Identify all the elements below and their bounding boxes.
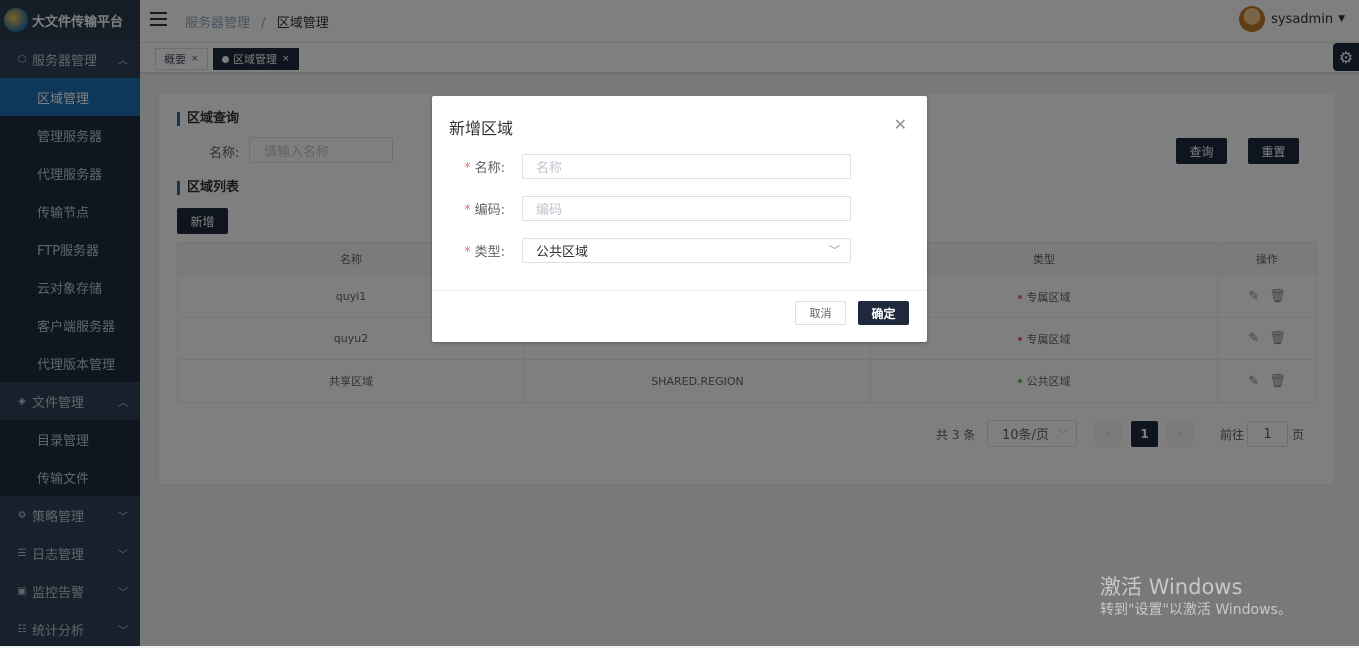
required-asterisk: *	[464, 245, 471, 260]
field-label-type: * 类型:	[464, 241, 505, 260]
windows-activation-watermark: 激活 Windows 转到"设置"以激活 Windows。	[1100, 574, 1292, 620]
name-input[interactable]: 名称	[522, 154, 851, 179]
close-icon[interactable]: ✕	[894, 115, 907, 134]
field-label-text: 名称:	[474, 161, 505, 176]
cancel-button[interactable]: 取消	[795, 301, 846, 325]
field-label-text: 类型:	[474, 245, 505, 260]
add-region-dialog: 新增区域 ✕ * 名称: 名称 * 编码: 编码 * 类型: 公共区域 ﹀ 取消 确定	[432, 96, 927, 342]
chevron-down-icon: ﹀	[829, 244, 840, 257]
field-label-text: 编码:	[474, 203, 505, 218]
type-select-value: 公共区域	[536, 245, 589, 260]
watermark-line1: 激活 Windows	[1100, 575, 1243, 599]
required-asterisk: *	[464, 203, 471, 218]
field-label-name: * 名称:	[464, 157, 505, 176]
confirm-button[interactable]: 确定	[858, 301, 909, 325]
dialog-title: 新增区域	[449, 119, 514, 138]
code-input[interactable]: 编码	[522, 196, 851, 221]
required-asterisk: *	[464, 161, 471, 176]
field-label-code: * 编码:	[464, 199, 505, 218]
watermark-line2: 转到"设置"以激活 Windows。	[1100, 602, 1292, 618]
dialog-footer: 取消 确定	[432, 290, 927, 342]
type-select[interactable]: 公共区域 ﹀	[522, 238, 851, 263]
